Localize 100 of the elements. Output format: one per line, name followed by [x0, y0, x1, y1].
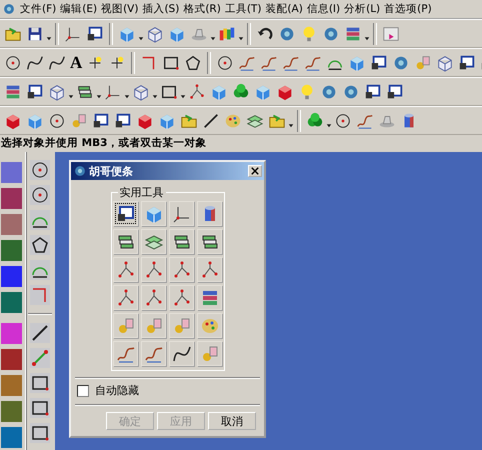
wirecube-icon[interactable] [48, 82, 66, 100]
layers-icon[interactable] [344, 24, 362, 42]
dialog-icon [73, 164, 87, 178]
menu-item[interactable]: 分析(L) [342, 2, 382, 16]
wirecube-icon[interactable] [132, 82, 150, 100]
menu-item[interactable]: 装配(A) [263, 2, 305, 16]
caret-icon[interactable] [138, 34, 144, 40]
caret-icon[interactable] [238, 34, 244, 40]
text-tool-button[interactable]: A [70, 52, 82, 72]
close-button[interactable] [248, 165, 262, 177]
stack-tool-button[interactable] [169, 229, 194, 254]
color-swatch[interactable] [1, 292, 22, 313]
circle-icon[interactable] [30, 185, 50, 205]
axes-icon[interactable] [64, 24, 82, 42]
color-swatch[interactable] [1, 214, 22, 235]
node-tool-button[interactable] [169, 257, 194, 282]
app-icon[interactable] [2, 2, 16, 16]
wirecube-icon[interactable] [146, 24, 164, 42]
color-swatch[interactable] [1, 375, 22, 396]
circle-icon[interactable] [4, 54, 22, 72]
window-icon[interactable] [364, 82, 382, 100]
close-icon [251, 167, 259, 175]
window-icon[interactable] [386, 82, 404, 100]
stack-tool-button[interactable] [113, 229, 138, 254]
circle-icon[interactable] [48, 112, 66, 130]
node-tool-button[interactable] [113, 257, 138, 282]
color-swatch[interactable] [1, 349, 22, 370]
color-swatch[interactable] [1, 323, 22, 344]
arc-icon[interactable] [30, 210, 50, 230]
caret-icon[interactable] [210, 34, 216, 40]
axes-tool-button[interactable] [169, 201, 194, 226]
node-tool-button[interactable] [141, 257, 166, 282]
node-icon [116, 260, 136, 280]
caret-icon[interactable] [152, 92, 158, 98]
node-tool-button[interactable] [169, 285, 194, 310]
caret-icon[interactable] [364, 34, 370, 40]
paint-icon[interactable] [224, 112, 242, 130]
caret-icon[interactable] [124, 92, 130, 98]
layers-tool-button[interactable] [197, 285, 222, 310]
circle-icon[interactable] [30, 160, 50, 180]
checkbox-label: 自动隐藏 [95, 383, 139, 398]
circle-icon[interactable] [334, 112, 352, 130]
wirecube-icon[interactable] [436, 54, 454, 72]
arc-icon[interactable] [30, 260, 50, 280]
window-icon[interactable] [370, 54, 388, 72]
rect-icon[interactable] [30, 373, 50, 393]
caret-icon[interactable] [326, 122, 332, 128]
node-tool-button[interactable] [141, 285, 166, 310]
caret-icon[interactable] [180, 92, 186, 98]
menu-item[interactable]: 工具(T) [222, 2, 264, 16]
caret-icon[interactable] [46, 34, 52, 40]
greenline-icon[interactable] [30, 348, 50, 368]
menu-item[interactable]: 格式(R) [181, 2, 223, 16]
polygon-icon[interactable] [184, 54, 202, 72]
gif-icon[interactable] [382, 24, 400, 42]
dialog-button[interactable]: 取消 [208, 412, 256, 430]
color-swatch[interactable] [1, 401, 22, 422]
circle-icon[interactable] [216, 54, 234, 72]
curve-icon[interactable] [26, 54, 44, 72]
auto-hide-checkbox[interactable] [77, 384, 89, 396]
caret-icon[interactable] [96, 92, 102, 98]
window-icon[interactable] [92, 112, 110, 130]
window-icon[interactable] [86, 24, 104, 42]
curve-icon[interactable] [48, 54, 66, 72]
colors-icon[interactable] [218, 24, 236, 42]
polygon-icon[interactable] [30, 235, 50, 255]
axes-icon[interactable] [104, 82, 122, 100]
node-icon[interactable] [188, 82, 206, 100]
corner-icon[interactable] [30, 285, 50, 305]
menu-item[interactable]: 首选项(P) [382, 2, 434, 16]
color-swatch[interactable] [1, 240, 22, 261]
dialog-title: 胡哥便条 [89, 164, 134, 178]
menu-item[interactable]: 视图(V) [99, 2, 140, 16]
stack-tool-button[interactable] [197, 229, 222, 254]
group-title: 实用工具 [118, 185, 166, 200]
line-icon[interactable] [30, 323, 50, 343]
menu-item[interactable]: 编辑(E) [58, 2, 100, 16]
menu-item[interactable]: 插入(S) [140, 2, 182, 16]
color-swatch[interactable] [1, 427, 22, 448]
line-icon[interactable] [202, 112, 220, 130]
menu-item[interactable]: 文件(F) [18, 2, 58, 16]
window-icon[interactable] [114, 112, 132, 130]
color-swatch[interactable] [1, 266, 22, 287]
curve-tool-button[interactable] [169, 341, 194, 366]
color-swatch[interactable] [1, 188, 22, 209]
window-tool-button[interactable] [113, 201, 138, 226]
cylinder-tool-button[interactable] [197, 201, 222, 226]
tree-icon[interactable] [232, 82, 250, 100]
color-swatch[interactable] [1, 162, 22, 183]
rect-icon[interactable] [30, 398, 50, 418]
node-tool-button[interactable] [197, 257, 222, 282]
rect-icon[interactable] [30, 423, 50, 443]
caret-icon[interactable] [288, 122, 294, 128]
window-icon[interactable] [458, 54, 476, 72]
node-tool-button[interactable] [113, 285, 138, 310]
caret-icon[interactable] [68, 92, 74, 98]
layers-icon[interactable] [4, 82, 22, 100]
window-icon[interactable] [26, 82, 44, 100]
menu-item[interactable]: 信息(I) [304, 2, 342, 16]
plane-tool-button[interactable] [141, 229, 166, 254]
